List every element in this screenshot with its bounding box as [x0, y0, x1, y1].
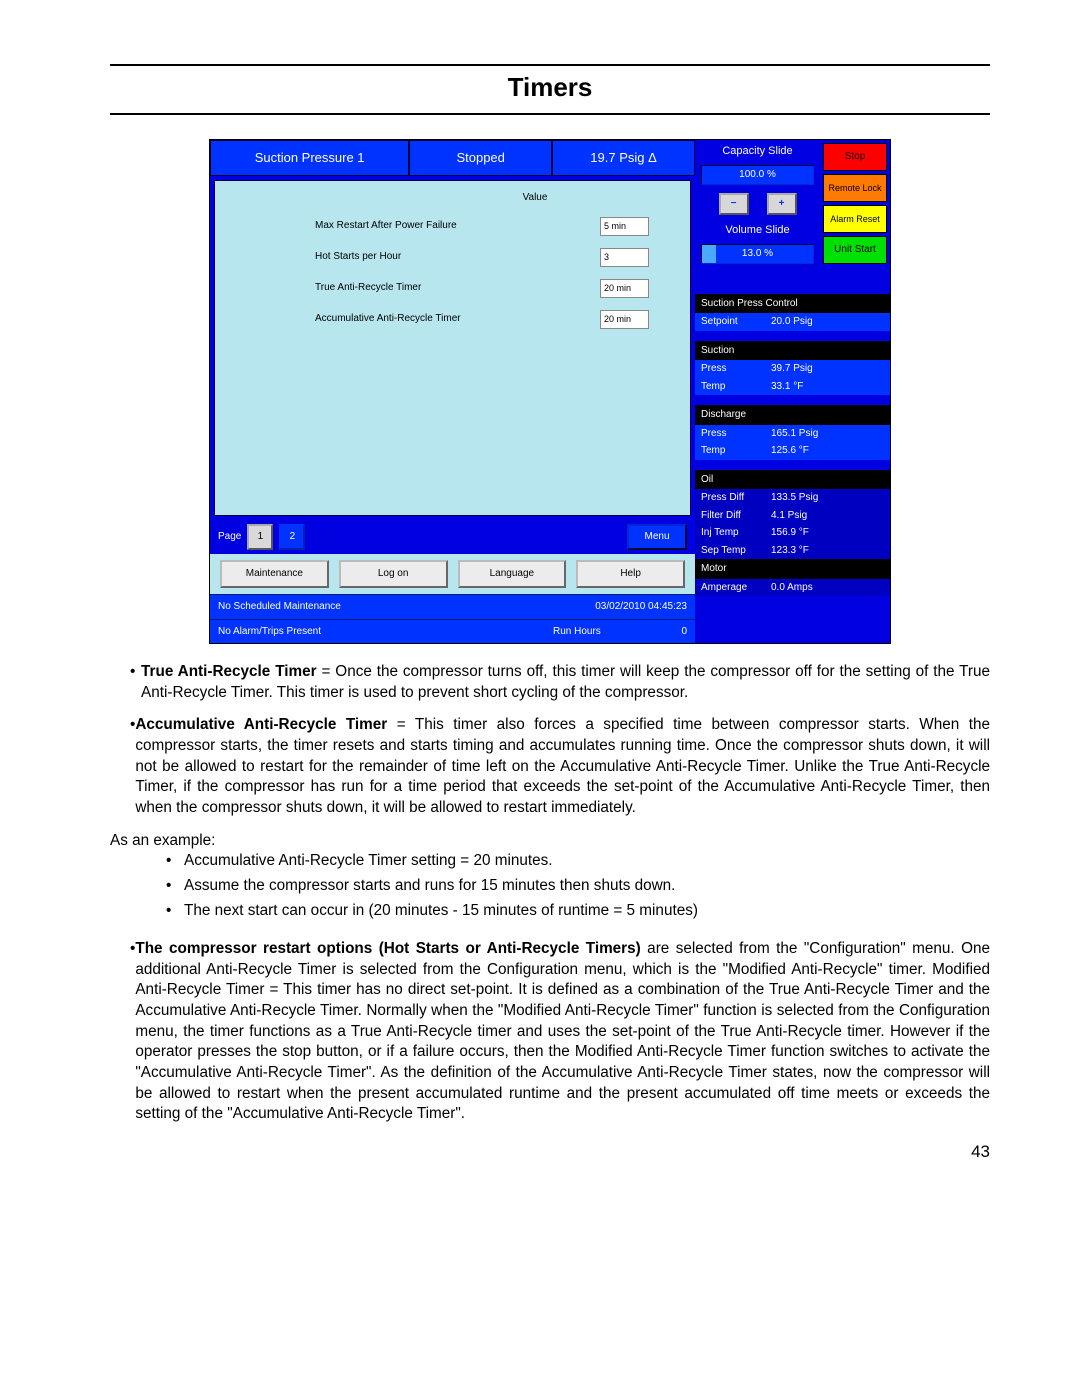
setting-input[interactable]: 5 min	[600, 217, 649, 236]
page-label: Page	[218, 530, 241, 544]
suction-header: Suction	[695, 341, 890, 361]
menu-button[interactable]: Menu	[627, 524, 687, 550]
right-panel: Capacity Slide 100.0 % − + Volume Slide …	[695, 140, 890, 643]
oil-header: Oil	[695, 470, 890, 490]
status-maintenance: No Scheduled Maintenance	[210, 595, 525, 619]
setting-row: True Anti-Recycle Timer 20 min	[223, 279, 682, 298]
help-button[interactable]: Help	[576, 560, 685, 588]
volume-slide-header: Volume Slide	[695, 223, 820, 242]
setting-input[interactable]: 3	[600, 248, 649, 267]
setting-label: Accumulative Anti-Recycle Timer	[223, 312, 600, 326]
b2-bold: Accumulative Anti-Recycle Timer	[135, 716, 387, 733]
page-title: Timers	[110, 70, 990, 105]
rule-top	[110, 64, 990, 66]
discharge-press-label: Press	[701, 427, 771, 441]
discharge-press-value: 165.1 Psig	[771, 427, 884, 441]
header-delta-psig: 19.7 Psig Δ	[552, 140, 695, 176]
body-text: • True Anti-Recycle Timer = Once the com…	[110, 662, 990, 1125]
oil-injtemp-value: 156.9 °F	[771, 526, 884, 540]
action-button-row: Maintenance Log on Language Help	[210, 554, 695, 594]
capacity-minus-button[interactable]: −	[719, 193, 749, 215]
spc-header: Suction Press Control	[695, 294, 890, 314]
setting-label: Hot Starts per Hour	[223, 250, 600, 264]
example-3: The next start can occur in (20 minutes …	[184, 901, 698, 922]
status-maintenance-row: No Scheduled Maintenance 03/02/2010 04:4…	[210, 594, 695, 619]
maintenance-button[interactable]: Maintenance	[220, 560, 329, 588]
header-suction-pressure: Suction Pressure 1	[210, 140, 409, 176]
suction-press-value: 39.7 Psig	[771, 362, 884, 376]
example-2: Assume the compressor starts and runs fo…	[184, 876, 675, 897]
value-header: Value	[513, 191, 557, 205]
stop-button[interactable]: Stop	[823, 143, 887, 171]
run-hours-label: Run Hours	[545, 620, 655, 644]
header-state: Stopped	[409, 140, 552, 176]
rule-bottom	[110, 113, 990, 115]
document-page: Timers Suction Pressure 1 Stopped 19.7 P…	[0, 0, 1080, 1204]
discharge-temp-value: 125.6 °F	[771, 444, 884, 458]
info-row: Setpoint 20.0 Psig	[695, 313, 890, 331]
remote-lock-button[interactable]: Remote Lock	[823, 174, 887, 202]
example-intro: As an example:	[110, 831, 990, 852]
b1-bold: True Anti-Recycle Timer	[141, 663, 317, 680]
volume-slide-value: 13.0 %	[701, 244, 814, 264]
motor-amperage-value: 0.0 Amps	[771, 581, 884, 595]
capacity-plus-button[interactable]: +	[767, 193, 797, 215]
page-number: 43	[110, 1141, 990, 1164]
setting-row: Accumulative Anti-Recycle Timer 20 min	[223, 310, 682, 329]
setting-row: Hot Starts per Hour 3	[223, 248, 682, 267]
setting-label: True Anti-Recycle Timer	[223, 281, 600, 295]
spc-setpoint-value: 20.0 Psig	[771, 315, 884, 329]
status-datetime: 03/02/2010 04:45:23	[525, 595, 695, 619]
spc-setpoint-label: Setpoint	[701, 315, 771, 329]
status-alarm-row: No Alarm/Trips Present Run Hours 0	[210, 619, 695, 644]
page-1-button[interactable]: 1	[247, 524, 273, 550]
setting-row: Max Restart After Power Failure 5 min	[223, 217, 682, 236]
language-button[interactable]: Language	[458, 560, 567, 588]
run-hours-value: 0	[655, 620, 695, 644]
oil-filterdiff-label: Filter Diff	[701, 509, 771, 523]
oil-pressdiff-label: Press Diff	[701, 491, 771, 505]
suction-temp-value: 33.1 °F	[771, 380, 884, 394]
page-nav-row: Page 1 2 Menu	[210, 520, 695, 554]
oil-filterdiff-value: 4.1 Psig	[771, 509, 884, 523]
oil-pressdiff-value: 133.5 Psig	[771, 491, 884, 505]
oil-injtemp-label: Inj Temp	[701, 526, 771, 540]
hmi-screenshot: Suction Pressure 1 Stopped 19.7 Psig Δ V…	[209, 139, 891, 644]
oil-septemp-label: Sep Temp	[701, 544, 771, 558]
suction-press-label: Press	[701, 362, 771, 376]
b3-text: are selected from the "Configuration" me…	[135, 940, 990, 1122]
b3-bold: The compressor restart options (Hot Star…	[135, 940, 640, 957]
capacity-slide-header: Capacity Slide	[695, 140, 820, 163]
timer-settings-panel: Value Max Restart After Power Failure 5 …	[214, 180, 691, 516]
example-1: Accumulative Anti-Recycle Timer setting …	[184, 851, 553, 872]
suction-temp-label: Temp	[701, 380, 771, 394]
unit-start-button[interactable]: Unit Start	[823, 236, 887, 264]
setting-input[interactable]: 20 min	[600, 310, 649, 329]
discharge-header: Discharge	[695, 405, 890, 425]
setting-label: Max Restart After Power Failure	[223, 219, 600, 233]
oil-septemp-value: 123.3 °F	[771, 544, 884, 558]
setting-input[interactable]: 20 min	[600, 279, 649, 298]
motor-header: Motor	[695, 559, 890, 579]
alarm-reset-button[interactable]: Alarm Reset	[823, 205, 887, 233]
discharge-temp-label: Temp	[701, 444, 771, 458]
logon-button[interactable]: Log on	[339, 560, 448, 588]
capacity-slide-value: 100.0 %	[701, 165, 814, 185]
page-2-button[interactable]: 2	[279, 524, 305, 550]
status-alarm: No Alarm/Trips Present	[210, 620, 545, 644]
motor-amperage-label: Amperage	[701, 581, 771, 595]
